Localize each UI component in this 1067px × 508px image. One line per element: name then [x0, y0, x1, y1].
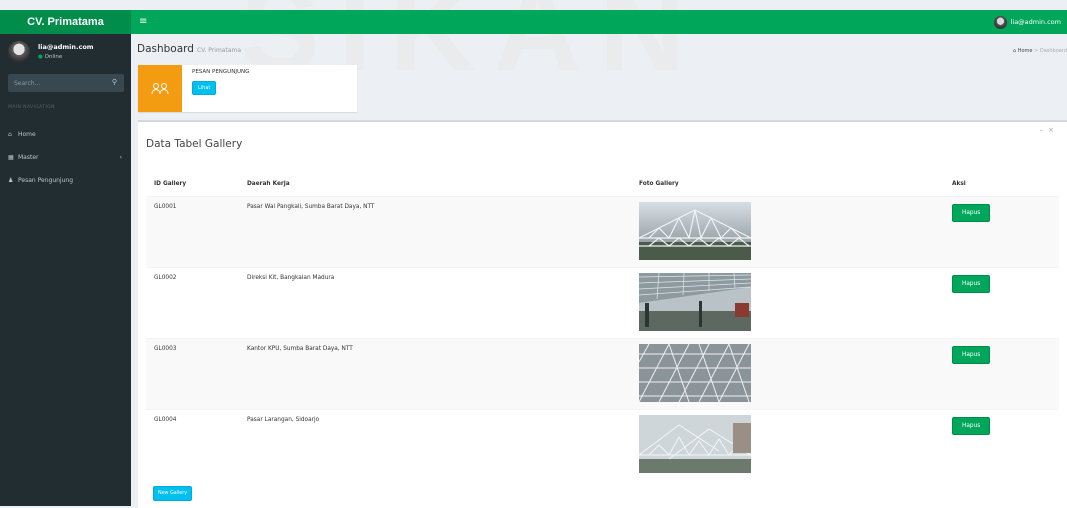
column-header-action: Aksi	[944, 171, 1059, 197]
sidebar-item-pesan-pengunjung[interactable]: ♟ Pesan Pengunjung	[0, 169, 131, 192]
cell-area: Pasar Larangan, Sidoarjo	[239, 409, 631, 480]
table-header-row: ID Gallery Daerah Kerja Foto Gallery Aks…	[146, 171, 1059, 197]
sidebar-item-master[interactable]: ▦ Master ‹	[0, 146, 131, 169]
home-icon: ⌂	[1012, 48, 1017, 54]
gallery-photo	[639, 202, 751, 260]
box-title: Data Tabel Gallery	[146, 138, 243, 150]
cell-area: Direksi Kit, Bangkalan Madura	[239, 267, 631, 339]
table-row: GL0002 Direksi Kit, Bangkalan Madura Hap…	[146, 267, 1059, 339]
page-title-text: Dashboard	[137, 43, 194, 55]
sidebar-item-label: Home	[18, 131, 36, 138]
sidebar-item-home[interactable]: ⌂ Home	[0, 123, 131, 146]
user-status: ● Online	[38, 54, 94, 60]
cell-photo	[631, 409, 944, 480]
sidebar-item-label: Pesan Pengunjung	[18, 177, 74, 184]
app-logo[interactable]: CV. Primatama	[0, 10, 131, 34]
hapus-button[interactable]: Hapus	[952, 346, 991, 364]
gallery-photo	[639, 344, 751, 402]
cell-area: Pasar Wai Pangkali, Sumba Barat Daya, NT…	[239, 196, 631, 268]
table-icon: ▦	[8, 154, 14, 161]
sidebar: lia@admin.com ● Online ⚲ MAIN NAVIGATION…	[0, 34, 131, 506]
gallery-table-wrapper: ID Gallery Daerah Kerja Foto Gallery Aks…	[146, 171, 1059, 480]
nav-header: MAIN NAVIGATION	[8, 105, 55, 110]
cell-photo	[631, 267, 944, 339]
cell-photo	[631, 196, 944, 268]
sidebar-nav: ⌂ Home ▦ Master ‹ ♟ Pesan Pengunjung	[0, 123, 131, 192]
chevron-left-icon: ‹	[119, 154, 122, 161]
table-row: GL0001 Pasar Wai Pangkali, Sumba Barat D…	[146, 196, 1059, 268]
info-box-label: PESAN PENGUNJUNG	[192, 69, 250, 75]
info-box-pesan: PESAN PENGUNJUNG Lihat	[138, 65, 357, 112]
avatar	[993, 15, 1007, 29]
breadcrumb: ⌂ Home > Dashboard	[1013, 48, 1067, 54]
user-name: lia@admin.com	[38, 43, 94, 51]
page-title: Dashboard CV. Primatama	[137, 43, 241, 55]
collapse-icon[interactable]: –	[1040, 126, 1049, 134]
cell-id: GL0004	[146, 409, 239, 480]
table-row: GL0003 Kantor KPU, Sumba Barat Daya, NTT…	[146, 338, 1059, 410]
user-menu[interactable]: lia@admin.com	[993, 14, 1061, 30]
hapus-button[interactable]: Hapus	[952, 417, 991, 435]
cell-photo	[631, 338, 944, 410]
sidebar-search: ⚲	[8, 74, 124, 92]
user-icon: ♟	[8, 177, 14, 184]
cell-id: GL0003	[146, 338, 239, 410]
new-gallery-button[interactable]: New Gallery	[153, 486, 193, 501]
breadcrumb-separator: >	[1034, 48, 1039, 54]
avatar	[8, 41, 30, 63]
breadcrumb-home[interactable]: Home	[1018, 48, 1033, 54]
gallery-table: ID Gallery Daerah Kerja Foto Gallery Aks…	[146, 171, 1059, 480]
column-header-photo: Foto Gallery	[631, 171, 944, 197]
gallery-photo	[639, 273, 751, 331]
column-header-id: ID Gallery	[146, 171, 239, 197]
search-input[interactable]	[8, 74, 110, 92]
users-icon-svg	[151, 83, 169, 95]
box-tools: –×	[1040, 126, 1059, 134]
table-row: GL0004 Pasar Larangan, Sidoarjo Hapus	[146, 409, 1059, 480]
users-icon	[138, 65, 182, 112]
cell-action: Hapus	[944, 196, 1059, 268]
user-menu-email: lia@admin.com	[1010, 18, 1061, 26]
user-panel: lia@admin.com ● Online	[8, 41, 94, 63]
sidebar-item-label: Master	[18, 154, 39, 161]
cell-id: GL0001	[146, 196, 239, 268]
hapus-button[interactable]: Hapus	[952, 204, 991, 222]
home-icon: ⌂	[8, 131, 12, 138]
user-status-text: Online	[44, 54, 63, 60]
column-header-area: Daerah Kerja	[239, 171, 631, 197]
cell-action: Hapus	[944, 267, 1059, 339]
page-subtitle: CV. Primatama	[196, 47, 242, 54]
close-icon[interactable]: ×	[1048, 126, 1059, 134]
hapus-button[interactable]: Hapus	[952, 275, 991, 293]
gallery-box: Data Tabel Gallery –× ID Gallery Daerah …	[138, 120, 1067, 508]
top-navbar: CV. Primatama ≡ lia@admin.com	[0, 10, 1067, 34]
lihat-button[interactable]: Lihat	[192, 81, 217, 95]
cell-id: GL0002	[146, 267, 239, 339]
main-content: Dashboard CV. Primatama ⌂ Home > Dashboar…	[131, 34, 1067, 508]
cell-action: Hapus	[944, 338, 1059, 410]
search-icon[interactable]: ⚲	[112, 78, 117, 86]
gallery-photo	[639, 415, 751, 473]
sidebar-toggle-icon[interactable]: ≡	[139, 10, 147, 34]
online-dot-icon: ●	[38, 54, 43, 60]
breadcrumb-current: Dashboard	[1039, 48, 1067, 54]
cell-area: Kantor KPU, Sumba Barat Daya, NTT	[239, 338, 631, 410]
cell-action: Hapus	[944, 409, 1059, 480]
